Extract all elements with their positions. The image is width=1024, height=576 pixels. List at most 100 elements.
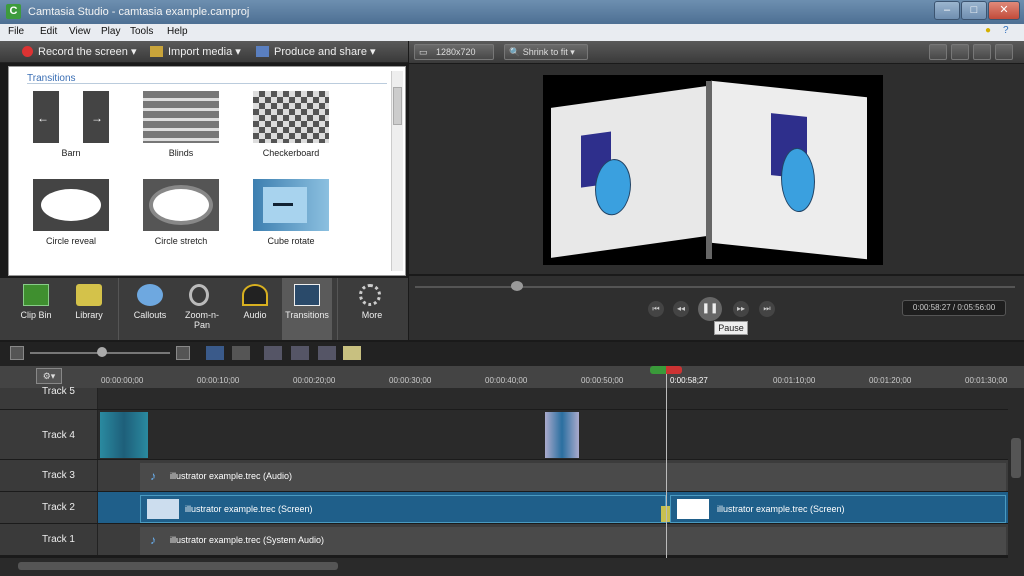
zoom-dropdown[interactable]: 🔍 Shrink to fit ▾: [504, 44, 588, 60]
ruler-tick: 00:01:10;00: [773, 376, 816, 385]
audio-clip[interactable]: ♪ illustrator example.trec (Audio): [140, 463, 1006, 491]
transition-clip[interactable]: [100, 412, 148, 458]
canvas-toolbar: ▭ 1280x720 🔍 Shrink to fit ▾: [409, 41, 1024, 63]
track-3: Track 3 ♪ illustrator example.trec (Audi…: [0, 460, 1008, 492]
cube-rotate-transition[interactable]: [253, 179, 329, 231]
tab-zoom-n-pan[interactable]: Zoom-n-Pan: [177, 278, 227, 340]
circle-stretch-label: Circle stretch: [154, 236, 208, 246]
minimize-button[interactable]: –: [934, 1, 960, 20]
cube-left-face: [551, 86, 706, 258]
player-controls: ⏮ ◂◂ ❚❚ ▸▸ ⏭ Pause 0:00:58:27 / 0:05:56:…: [409, 276, 1024, 340]
clip-thumbnail: [677, 499, 709, 519]
record-screen-button[interactable]: Record the screen ▾: [38, 45, 136, 58]
time-display: 0:00:58:27 / 0:05:56:00: [902, 300, 1006, 316]
checkerboard-label: Checkerboard: [262, 148, 320, 158]
ruler-tick: 00:00:50;00: [581, 376, 624, 385]
app-icon: C: [6, 4, 21, 19]
tab-more[interactable]: More: [347, 278, 397, 340]
menu-view[interactable]: View: [69, 26, 91, 37]
menu-edit[interactable]: Edit: [40, 26, 57, 37]
timeline-horizontal-scrollbar[interactable]: [0, 558, 1024, 576]
clip-label: illustrator example.trec (System Audio): [170, 535, 325, 545]
zoom-in-icon[interactable]: [176, 346, 190, 360]
track-1: Track 1 ♪ illustrator example.trec (Syst…: [0, 524, 1008, 556]
window-title: Camtasia Studio - camtasia example.campr…: [28, 6, 250, 18]
blinds-transition[interactable]: [143, 91, 219, 143]
scrub-handle[interactable]: [511, 281, 523, 291]
menu-file[interactable]: File: [8, 26, 24, 37]
main-toolbar: Record the screen ▾ Import media ▾ Produ…: [0, 41, 408, 63]
next-clip-button[interactable]: ⏭: [759, 301, 775, 317]
transition-clip[interactable]: [545, 412, 579, 458]
pan-icon[interactable]: [951, 44, 969, 60]
circle-reveal-label: Circle reveal: [45, 236, 96, 246]
pause-tooltip: Pause: [714, 321, 748, 335]
ruler-tick: 00:00:00;00: [101, 376, 144, 385]
help-icon[interactable]: ?: [1003, 25, 1009, 36]
tab-clip-bin[interactable]: Clip Bin: [11, 278, 61, 340]
tab-audio[interactable]: Audio: [230, 278, 280, 340]
checkerboard-transition[interactable]: [253, 91, 329, 143]
preview-canvas[interactable]: [543, 75, 883, 265]
tab-callouts[interactable]: Callouts: [125, 278, 175, 340]
screen-clip[interactable]: illustrator example.trec (Screen): [670, 495, 1006, 523]
timeline-ruler[interactable]: ⚙▾ 00:00:00;00 00:00:10;00 00:00:20;00 0…: [0, 366, 1024, 388]
split-icon[interactable]: [343, 346, 361, 360]
fast-forward-button[interactable]: ▸▸: [733, 301, 749, 317]
timeline-settings-icon[interactable]: ⚙▾: [36, 368, 62, 384]
zoom-slider-handle[interactable]: [97, 347, 107, 357]
produce-share-button[interactable]: Produce and share ▾: [274, 45, 376, 58]
lightbulb-icon[interactable]: ●: [985, 25, 991, 36]
clip-thumbnail: [147, 499, 179, 519]
previous-clip-button[interactable]: ⏮: [648, 301, 664, 317]
playhead-time: 0:00:58;27: [670, 376, 708, 385]
pause-button[interactable]: ❚❚: [698, 297, 722, 321]
cube-right-face: [711, 80, 867, 260]
fullscreen-icon[interactable]: [995, 44, 1013, 60]
circle-stretch-transition[interactable]: [143, 179, 219, 231]
import-media-button[interactable]: Import media ▾: [168, 45, 241, 58]
undo-icon[interactable]: [206, 346, 224, 360]
cube-edge: [706, 81, 712, 259]
paste-icon[interactable]: [318, 346, 336, 360]
barn-transition[interactable]: ← →: [33, 91, 109, 143]
menu-play[interactable]: Play: [101, 26, 120, 37]
timeline-vertical-scrollbar[interactable]: [1008, 388, 1024, 558]
resolution-dropdown[interactable]: ▭ 1280x720: [414, 44, 494, 60]
circle-reveal-transition[interactable]: [33, 179, 109, 231]
redo-icon[interactable]: [232, 346, 250, 360]
menu-bar: File Edit View Play Tools Help ● ?: [0, 24, 1024, 41]
playhead-line: [666, 374, 667, 558]
library-scrollbar[interactable]: [391, 71, 403, 271]
close-button[interactable]: ✕: [988, 1, 1020, 20]
zoom-out-icon[interactable]: [10, 346, 24, 360]
menu-tools[interactable]: Tools: [130, 26, 153, 37]
screen-clip[interactable]: illustrator example.trec (Screen): [140, 495, 666, 523]
detach-icon[interactable]: [973, 44, 991, 60]
system-audio-clip[interactable]: ♪ illustrator example.trec (System Audio…: [140, 527, 1006, 555]
transitions-library: Transitions ← → Barn Blinds Checkerboard…: [8, 66, 406, 276]
cut-icon[interactable]: [264, 346, 282, 360]
track-1-label: Track 1: [42, 534, 75, 545]
timeline-toolbar: [0, 342, 1024, 366]
audio-note-icon: ♪: [150, 533, 156, 547]
produce-icon: [256, 46, 269, 57]
crop-icon[interactable]: [929, 44, 947, 60]
rewind-button[interactable]: ◂◂: [673, 301, 689, 317]
scrub-bar[interactable]: [415, 286, 1015, 288]
tab-transitions[interactable]: Transitions: [282, 278, 332, 340]
blinds-label: Blinds: [168, 148, 194, 158]
track-3-label: Track 3: [42, 470, 75, 481]
playhead-handle[interactable]: [650, 366, 682, 374]
menu-help[interactable]: Help: [167, 26, 188, 37]
ruler-tick: 00:00:40;00: [485, 376, 528, 385]
record-icon: [22, 46, 33, 57]
clip-label: illustrator example.trec (Screen): [717, 504, 845, 514]
task-tabs: Clip Bin Library Callouts Zoom-n-Pan Aud…: [0, 278, 408, 340]
copy-icon[interactable]: [291, 346, 309, 360]
maximize-button[interactable]: □: [961, 1, 987, 20]
clip-label: illustrator example.trec (Screen): [185, 504, 313, 514]
import-media-icon: [150, 46, 163, 57]
tab-library[interactable]: Library: [64, 278, 114, 340]
clip-label: illustrator example.trec (Audio): [170, 471, 293, 481]
